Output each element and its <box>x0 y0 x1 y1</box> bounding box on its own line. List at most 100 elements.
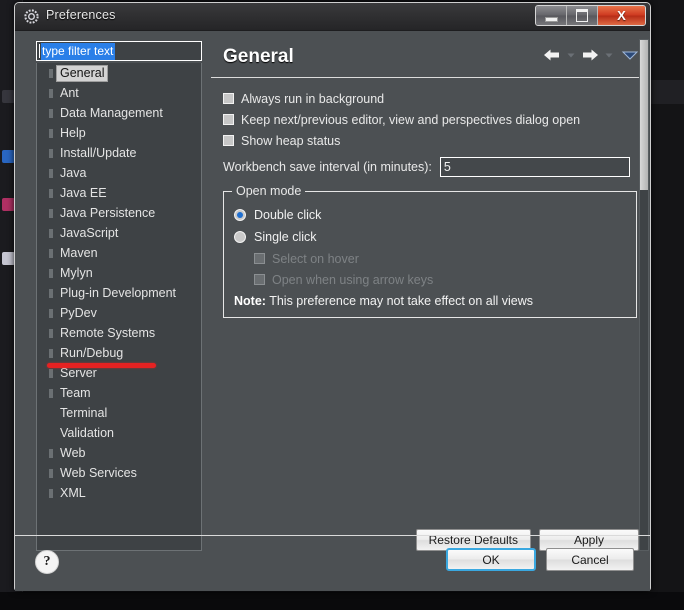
expand-arrow-icon[interactable] <box>43 368 56 378</box>
content-scrollbar-thumb[interactable] <box>640 40 648 190</box>
sidebar-item-data-management[interactable]: Data Management <box>37 103 201 123</box>
radio-label: Single click <box>254 230 317 244</box>
expand-arrow-icon[interactable] <box>43 468 56 478</box>
sidebar-item-validation[interactable]: Validation <box>37 423 201 443</box>
sidebar-item-xml[interactable]: XML <box>37 483 201 503</box>
sidebar-item-java-ee[interactable]: Java EE <box>37 183 201 203</box>
dialog-footer-buttons: OK Cancel <box>446 548 634 571</box>
dialog-title: Preferences <box>46 8 116 22</box>
page-header: General <box>211 39 643 78</box>
minimize-button[interactable] <box>536 6 567 25</box>
sidebar-item-javascript[interactable]: JavaScript <box>37 223 201 243</box>
expand-arrow-icon[interactable] <box>43 148 56 158</box>
radio-row[interactable]: Double click <box>234 204 626 226</box>
sidebar-item-java-persistence[interactable]: Java Persistence <box>37 203 201 223</box>
sidebar-item-mylyn[interactable]: Mylyn <box>37 263 201 283</box>
radio-button-icon[interactable] <box>234 209 246 221</box>
checkbox-label: Always run in background <box>241 91 385 106</box>
expand-arrow-icon[interactable] <box>43 328 56 338</box>
expand-arrow-icon[interactable] <box>43 248 56 258</box>
sidebar-item-pydev[interactable]: PyDev <box>37 303 201 323</box>
dialog-footer: ? OK Cancel <box>15 535 650 591</box>
maximize-button[interactable] <box>567 6 598 25</box>
close-button[interactable]: X <box>598 6 645 25</box>
background-ide-bottom <box>0 592 684 610</box>
sidebar-item-web-services[interactable]: Web Services <box>37 463 201 483</box>
sidebar-item-label: Java EE <box>60 185 107 200</box>
expand-arrow-icon[interactable] <box>43 68 56 78</box>
preferences-tree[interactable]: General Ant Data Management Help Install/Upd… <box>36 63 202 551</box>
expand-arrow-icon[interactable] <box>43 448 56 458</box>
dialog-body: type filter text General Ant Data Manageme… <box>15 31 650 591</box>
sidebar-item-web[interactable]: Web <box>37 443 201 463</box>
checkbox-icon[interactable] <box>223 114 234 125</box>
sidebar-item-ant[interactable]: Ant <box>37 83 201 103</box>
expand-arrow-icon[interactable] <box>43 128 56 138</box>
forward-arrow-icon[interactable] <box>580 47 600 63</box>
sidebar-item-team[interactable]: Team <box>37 383 201 403</box>
sidebar-item-label: XML <box>60 485 86 500</box>
sidebar-item-label: Maven <box>60 245 98 260</box>
expand-arrow-icon[interactable] <box>43 388 56 398</box>
back-chevron-down-icon[interactable] <box>565 48 577 62</box>
forward-chevron-down-icon[interactable] <box>603 48 615 62</box>
dialog-title-bar[interactable]: Preferences X <box>15 3 650 31</box>
sidebar-item-install-update[interactable]: Install/Update <box>37 143 201 163</box>
preference-page-panel: General Always run in background Keep ne… <box>211 39 649 551</box>
workbench-save-interval-input[interactable] <box>439 157 630 177</box>
background-ide-band <box>648 80 684 104</box>
help-icon[interactable]: ? <box>35 550 59 574</box>
sidebar-item-java[interactable]: Java <box>37 163 201 183</box>
expand-arrow-icon[interactable] <box>43 168 56 178</box>
content-scrollbar[interactable] <box>639 39 649 551</box>
expand-arrow-icon[interactable] <box>43 208 56 218</box>
ok-button[interactable]: OK <box>446 548 536 571</box>
checkbox-row[interactable]: Always run in background <box>223 88 643 109</box>
filter-input[interactable]: type filter text <box>36 41 202 61</box>
open-mode-note: Note: This preference may not take effec… <box>234 294 626 308</box>
view-menu-icon[interactable] <box>621 48 639 62</box>
expand-arrow-icon[interactable] <box>43 288 56 298</box>
checkbox-icon[interactable] <box>223 93 234 104</box>
preferences-navigation-panel: type filter text General Ant Data Manageme… <box>23 39 202 551</box>
back-arrow-icon[interactable] <box>542 47 562 63</box>
expand-arrow-icon[interactable] <box>43 228 56 238</box>
checkbox-label: Keep next/previous editor, view and pers… <box>241 112 581 127</box>
sidebar-item-terminal[interactable]: Terminal <box>37 403 201 423</box>
radio-row[interactable]: Single click <box>234 226 626 248</box>
expand-arrow-icon[interactable] <box>43 308 56 318</box>
preferences-dialog: Preferences X type filter text General An… <box>14 2 651 591</box>
sidebar-item-plug-in-development[interactable]: Plug-in Development <box>37 283 201 303</box>
workbench-save-interval-label: Workbench save interval (in minutes): <box>223 160 432 174</box>
checkbox-icon[interactable] <box>223 135 234 146</box>
expand-arrow-icon[interactable] <box>43 348 56 358</box>
sidebar-item-help[interactable]: Help <box>37 123 201 143</box>
sidebar-item-label: Java <box>60 165 87 180</box>
maximize-icon <box>576 9 588 22</box>
expand-arrow-icon[interactable] <box>43 268 56 278</box>
checkbox-row[interactable]: Show heap status <box>223 130 643 151</box>
sidebar-item-label: Help <box>60 125 86 140</box>
sidebar-item-general[interactable]: General <box>37 63 201 83</box>
open-mode-group: Open mode Double click Single click Selec… <box>223 184 637 318</box>
expand-arrow-icon[interactable] <box>43 108 56 118</box>
checkbox-row[interactable]: Keep next/previous editor, view and pers… <box>223 109 643 130</box>
expand-arrow-icon[interactable] <box>43 488 56 498</box>
checkbox-icon <box>254 274 265 285</box>
open-mode-sub-checkbox-list: Select on hover Open when using arrow key… <box>234 248 626 290</box>
sidebar-item-label: Validation <box>60 425 114 440</box>
radio-button-icon[interactable] <box>234 231 246 243</box>
sidebar-item-remote-systems[interactable]: Remote Systems <box>37 323 201 343</box>
cancel-button[interactable]: Cancel <box>546 548 634 571</box>
sidebar-item-run-debug[interactable]: Run/Debug <box>37 343 201 363</box>
sidebar-item-maven[interactable]: Maven <box>37 243 201 263</box>
close-icon: X <box>617 8 626 23</box>
open-mode-legend: Open mode <box>232 184 306 198</box>
sidebar-item-label: JavaScript <box>60 225 119 240</box>
sub-checkbox-row: Open when using arrow keys <box>254 269 626 290</box>
checkbox-icon <box>254 253 265 264</box>
expand-arrow-icon[interactable] <box>43 88 56 98</box>
sidebar-item-label: Run/Debug <box>60 345 124 360</box>
expand-arrow-icon[interactable] <box>43 188 56 198</box>
